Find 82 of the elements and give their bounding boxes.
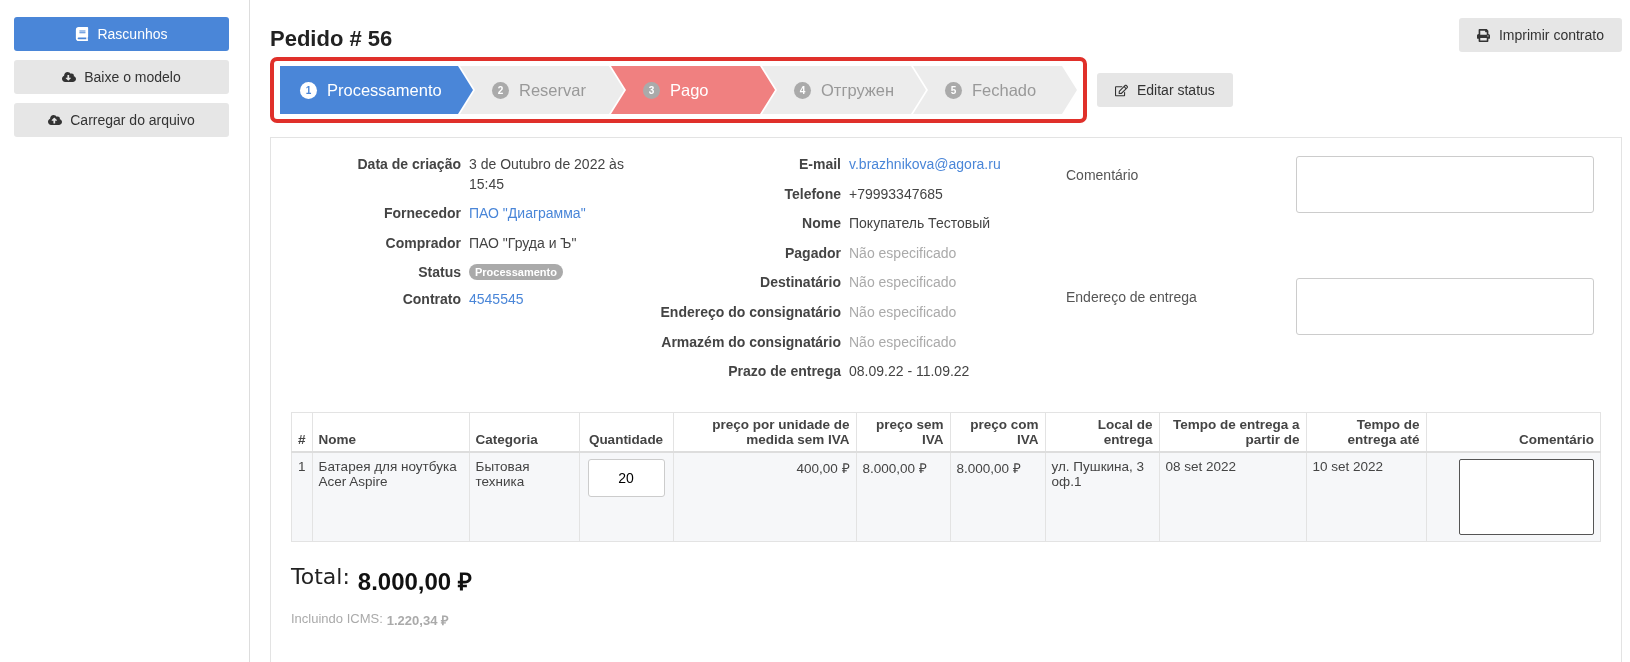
field-label: Data de criação [356, 156, 461, 174]
printer-icon [1476, 28, 1490, 42]
status-step[interactable]: 1 Processamento [280, 66, 473, 114]
step-label: Отгружен [821, 80, 895, 100]
table-cell: 8.000,00 ₽ [950, 451, 1045, 542]
sidebar-button[interactable]: Carregar do arquivo [14, 103, 229, 137]
column-header: # [291, 412, 312, 452]
field-label: Comentário [1066, 166, 1140, 185]
step-label: Fechado [972, 80, 1037, 100]
print-button[interactable]: Imprimir contrato [1458, 18, 1622, 52]
table-cell: ул. Пушкина, 3 оф.1 [1045, 451, 1159, 542]
field-value: Não especificado [849, 332, 958, 352]
column-header: Local de entrega [1045, 412, 1159, 452]
column-header: Nome [312, 412, 469, 452]
field-label: Endereço do consignatário [659, 303, 841, 322]
column-header: Quantidade [579, 412, 673, 452]
field-value: +79993347685 [849, 184, 944, 204]
status-step[interactable]: 2 Reservar [460, 66, 624, 114]
field-value: ПАО "Груда и Ъ" [469, 233, 578, 253]
status-step[interactable]: 5 Fechado [913, 66, 1077, 114]
field-label: Destinatário [759, 274, 841, 293]
table-cell: 08 set 2022 [1159, 451, 1306, 542]
table-cell: 8.000,00 ₽ [856, 451, 950, 542]
field-label: Fornecedor [383, 205, 461, 224]
field-value: Não especificado [849, 302, 958, 322]
comment-field[interactable] [1459, 458, 1594, 535]
step-number: 4 [794, 81, 811, 99]
column-header: preço com IVA [950, 412, 1045, 452]
table-cell: Бытовая техника [469, 451, 579, 542]
sidebar-button[interactable]: Baixe o modelo [14, 60, 229, 94]
status-badge: Processamento [469, 264, 563, 281]
field-label: Armazém do consignatário [660, 333, 841, 352]
status-step[interactable]: 4 Отгружен [762, 66, 926, 114]
field-label: E-mail [798, 156, 841, 174]
page-title: Pedido # 56 [270, 26, 393, 52]
step-label: Pago [670, 80, 709, 100]
field-link[interactable]: 4545545 [469, 290, 624, 310]
table-cell: Батарея для ноутбука Acer Aspire [312, 451, 469, 542]
table-cell: 1 [291, 451, 312, 542]
quantity-field[interactable]: 20 [587, 458, 665, 497]
step-number: 1 [300, 81, 317, 99]
step-number: 3 [643, 81, 660, 99]
field-value: Não especificado [849, 243, 958, 263]
field-label: Endereço de entrega [1066, 287, 1198, 307]
table-cell: 400,00 ₽ [673, 451, 856, 542]
field-label: Status [417, 264, 461, 281]
column-header: Tempo de entrega a partir de [1159, 412, 1306, 452]
step-label: Reservar [519, 80, 586, 100]
edit-icon [1115, 83, 1128, 97]
column-header: Categoria [469, 412, 579, 452]
total-label: Total: [291, 564, 350, 592]
step-number: 2 [492, 81, 509, 99]
table-cell: 10 set 2022 [1306, 451, 1426, 542]
cloud-download-icon [62, 70, 77, 84]
cloud-upload-icon [48, 113, 63, 127]
edit-status-button[interactable]: Editar status [1097, 73, 1233, 107]
sidebar-button[interactable]: Rascunhos [14, 17, 229, 51]
field-value: Não especificado [849, 273, 958, 293]
book-icon [75, 27, 90, 41]
field-value: 08.09.22 - 11.09.22 [849, 362, 971, 382]
column-header: Comentário [1426, 412, 1601, 452]
text-area[interactable] [1296, 277, 1594, 335]
field-label: Comprador [384, 234, 461, 253]
total-value: 8.000,00 ₽ [357, 567, 472, 598]
step-number: 5 [945, 81, 962, 99]
column-header: Tempo de entrega até [1306, 412, 1426, 452]
step-label: Processamento [327, 80, 442, 100]
field-label: Telefone [783, 185, 841, 204]
field-link[interactable]: v.brazhnikova@agora.ru [849, 155, 1021, 175]
field-label: Nome [801, 215, 841, 234]
field-label: Contrato [401, 291, 461, 310]
field-label: Prazo de entrega [727, 363, 841, 382]
status-step[interactable]: 3 Pago [611, 66, 775, 114]
column-header: preço sem IVA [856, 412, 950, 452]
tax-value: 1.220,34 ₽ [386, 612, 449, 630]
tax-label: Incluindo ICMS: [291, 611, 383, 629]
field-value: 3 de Outubro de 2022 às 15:45 [469, 155, 624, 194]
column-header: preço por unidade de medida sem IVA [673, 412, 856, 452]
field-link[interactable]: ПАО "Диаграмма" [469, 204, 624, 224]
field-label: Pagador [784, 244, 841, 263]
text-area[interactable] [1296, 156, 1594, 213]
field-value: Покупатель Тестовый [849, 214, 992, 234]
